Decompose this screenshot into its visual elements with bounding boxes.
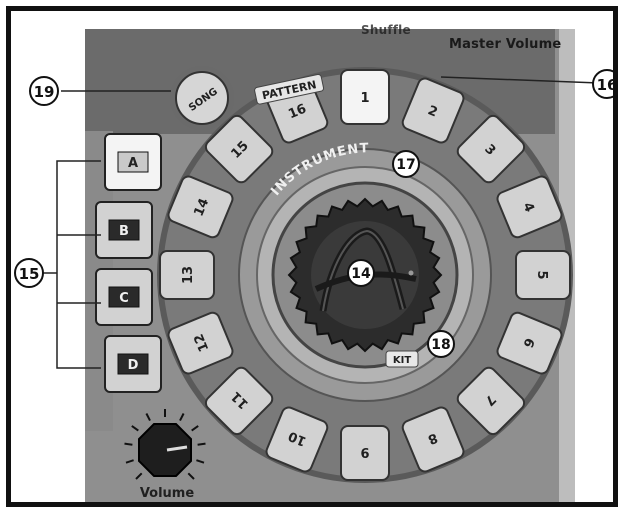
bank-button-d[interactable]: D	[104, 335, 162, 393]
screenshot-frame: Shuffle Master Volume 1 2 3 4 5 6 7 8 9 10 11 12 13 1…	[6, 6, 618, 507]
song-button[interactable]: SONG	[170, 66, 234, 130]
kit-label: KIT	[393, 355, 411, 366]
bank-button-label: A	[128, 156, 138, 171]
bank-button-label: C	[119, 291, 129, 306]
bank-button-a[interactable]: A	[104, 133, 162, 191]
pattern-button-label: 5	[534, 270, 549, 279]
pattern-button-5[interactable]: 5	[515, 250, 571, 300]
bank-button-c[interactable]: C	[95, 268, 153, 326]
pattern-button-1[interactable]: 1	[340, 69, 390, 125]
volume-tick	[187, 472, 195, 480]
volume-knob-body[interactable]	[138, 423, 192, 477]
bank-button-b[interactable]: B	[95, 201, 153, 259]
volume-tick	[145, 413, 151, 422]
bank-buttons: A B C D	[95, 133, 162, 393]
callout-14-text: 14	[351, 266, 371, 282]
volume-tick	[197, 442, 206, 446]
callout-15-text: 15	[19, 265, 40, 283]
pattern-button-13[interactable]: 13	[159, 250, 215, 300]
callout-16: 16	[592, 69, 618, 99]
callout-18-text: 18	[431, 337, 450, 353]
volume-tick	[125, 459, 134, 464]
bank-button-label: B	[119, 224, 129, 239]
volume-tick	[131, 425, 139, 432]
pattern-button-label: 9	[360, 444, 369, 459]
knob-pointer-dot	[408, 270, 414, 276]
callout-19-text: 19	[34, 83, 55, 101]
callout-14: 14	[347, 259, 375, 287]
callout-19: 19	[29, 76, 59, 106]
pattern-button-label: 13	[181, 266, 196, 284]
callout-17-text: 17	[396, 157, 415, 173]
drum-control-panel: 12345678910111213141516 INSTRUMENT KIT S…	[14, 66, 618, 501]
callout-18: 18	[427, 330, 455, 358]
volume-tick	[196, 459, 205, 464]
volume-knob[interactable]	[124, 409, 206, 480]
callout-line-16	[440, 76, 600, 84]
callout-16-text: 16	[597, 76, 618, 94]
volume-tick	[135, 472, 143, 480]
volume-tick	[179, 413, 185, 422]
callout-15: 15	[14, 258, 44, 288]
bank-button-label: D	[128, 358, 139, 373]
volume-label: Volume	[140, 486, 195, 501]
pattern-button-label: 1	[360, 91, 369, 106]
callout-17: 17	[392, 150, 420, 178]
pattern-button-9[interactable]: 9	[340, 425, 390, 481]
volume-tick	[124, 442, 133, 446]
volume-tick	[191, 425, 199, 432]
callout-bracket-15	[56, 160, 101, 369]
